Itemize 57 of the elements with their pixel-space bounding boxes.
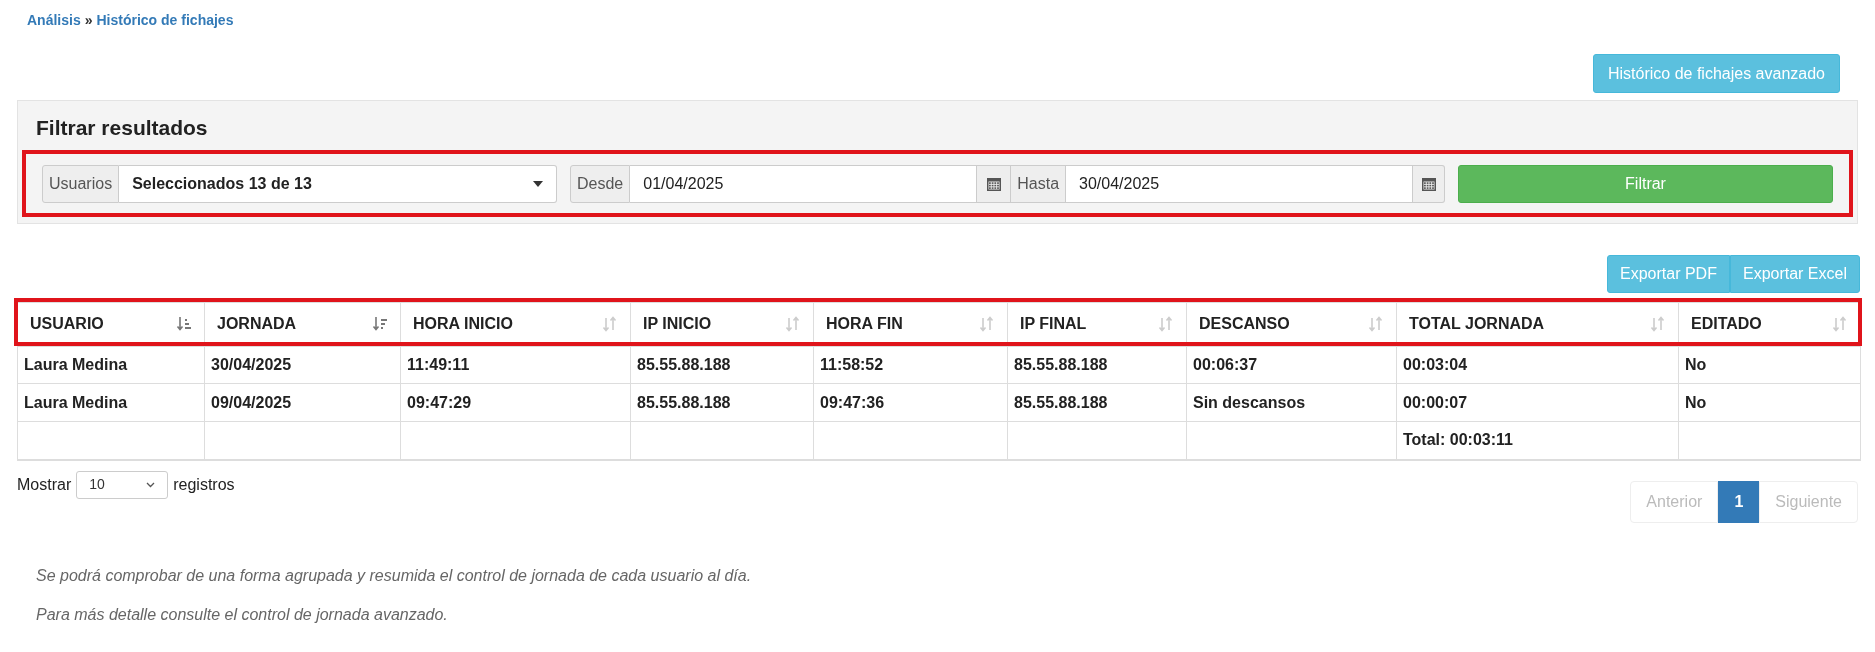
records-label: registros [173,474,235,495]
table-cell: 00:06:37 [1186,345,1397,384]
table-cell: No [1678,345,1861,384]
sort-icon[interactable] [1158,315,1174,332]
table-cell: 11:49:11 [400,345,631,384]
calendar-icon [1420,175,1437,192]
users-label: Usuarios [42,164,120,203]
table-cell: 00:00:07 [1396,383,1679,422]
table-cell: Laura Medina [17,383,205,422]
sort-icon[interactable] [602,315,618,332]
pagination-button[interactable]: 1 [1718,480,1760,523]
column-header[interactable]: IP INICIO [630,302,814,346]
calendar-icon [985,175,1002,192]
column-header[interactable]: HORA INICIO [400,302,631,346]
column-header[interactable]: JORNADA [204,302,401,346]
sort-icon[interactable] [1832,315,1848,332]
table-cell: 85.55.88.188 [1007,383,1187,422]
info-note: Se podrá comprobar de una forma agrupada y resumida el control de jornada de cada usuario al día. [36,566,753,585]
from-date-field[interactable]: 01/04/2025 [630,164,978,203]
table-cell: 30/04/2025 [204,345,401,384]
chevron-down-icon [146,481,156,488]
sort-icon[interactable] [979,315,995,332]
table-cell: 00:03:04 [1396,345,1679,384]
table-cell: 09:47:36 [813,383,1008,422]
column-header[interactable]: IP FINAL [1007,302,1187,346]
table-cell: 85.55.88.188 [630,383,814,422]
from-label: Desde [570,164,631,203]
table-cell: Sin descansos [1186,383,1397,422]
to-label: Hasta [1011,164,1066,203]
column-header[interactable]: HORA FIN [813,302,1008,346]
table-cell: Laura Medina [17,345,205,384]
breadcrumb-link[interactable]: Análisis [27,10,81,31]
column-header[interactable]: USUARIO [17,302,205,346]
sort-icon[interactable] [785,315,801,332]
sort-descending-icon[interactable] [372,315,388,332]
to-date-field[interactable]: 30/04/2025 [1065,164,1413,203]
table-cell: 85.55.88.188 [1007,345,1187,384]
column-header[interactable]: EDITADO [1678,302,1861,346]
breadcrumb-link[interactable]: Histórico de fichajes [96,10,234,31]
filter-title: Filtrar resultados [35,115,209,141]
breadcrumb-separator: » [84,11,93,30]
table-cell: 09:47:29 [400,383,631,422]
table-cell: 11:58:52 [813,345,1008,384]
sort-icon[interactable] [1650,315,1666,332]
total-text: Total: 00:03:11 [1403,431,1513,449]
page-size-select[interactable]: 10 [76,470,169,499]
column-header[interactable]: DESCANSO [1186,302,1397,346]
sort-ascending-icon[interactable] [176,315,192,332]
info-note: Para más detalle consulte el control de jornada avanzado. [36,605,449,624]
column-header[interactable]: TOTAL JORNADA [1396,302,1679,346]
table-cell: 09/04/2025 [204,383,401,422]
show-label: Mostrar [17,474,72,495]
users-select[interactable]: Seleccionados 13 de 13 [119,164,557,203]
sort-icon[interactable] [1368,315,1384,332]
table-cell: No [1678,383,1861,422]
table-cell: 85.55.88.188 [630,345,814,384]
dropdown-caret-icon [533,180,543,187]
